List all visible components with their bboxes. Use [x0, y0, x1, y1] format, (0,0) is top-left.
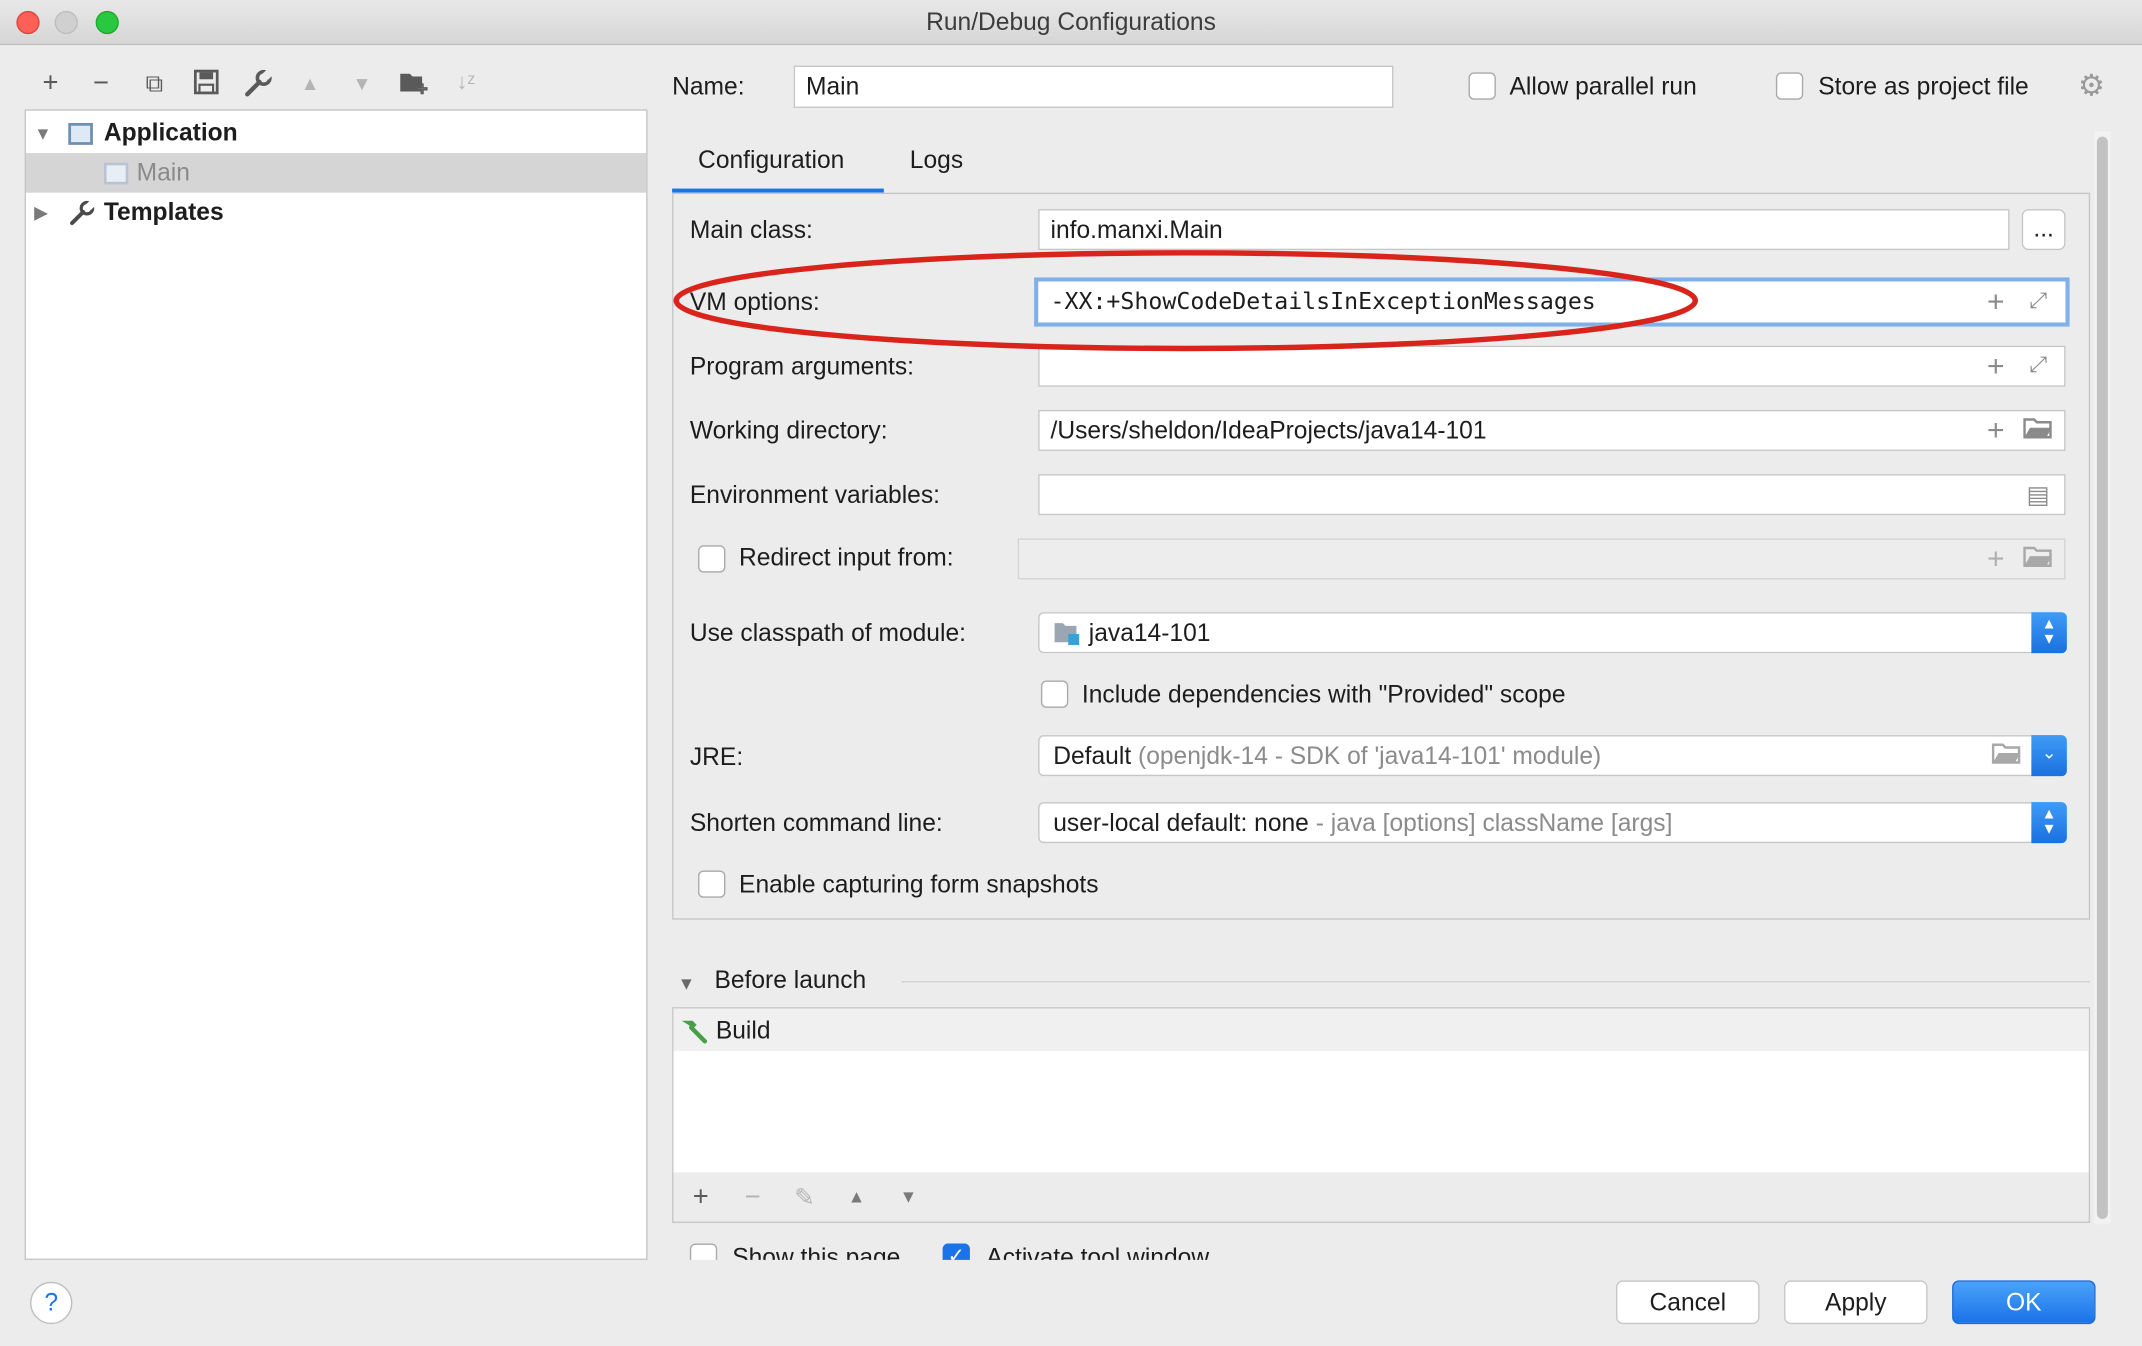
edit-icon[interactable]: ✎ — [790, 1182, 820, 1212]
list-item-label: Build — [715, 1016, 771, 1045]
tree-item-label: Main — [136, 158, 190, 186]
redirect-input-label: Redirect input from: — [739, 543, 954, 572]
scrollbar-thumb[interactable] — [2096, 136, 2108, 1219]
working-dir-label: Working directory: — [689, 416, 888, 445]
shorten-hint: - java [options] className [args] — [1315, 808, 1673, 837]
jre-hint: (openjdk-14 - SDK of 'java14-101' module… — [1138, 742, 1602, 770]
hammer-icon — [678, 1017, 708, 1051]
before-launch-toolbar: + − ✎ ▲ ▼ — [672, 1172, 2091, 1224]
configuration-tree: ▼ Application Main ▶ Templates — [24, 109, 648, 1260]
include-deps-label: Include dependencies with "Provided" sco… — [1081, 680, 1566, 708]
jre-combobox[interactable]: Default (openjdk-14 - SDK of 'java14-101… — [1038, 735, 2066, 777]
name-input[interactable]: Main — [793, 65, 1394, 108]
jre-dropdown-arrow-icon[interactable]: ⌄ — [2031, 735, 2067, 777]
window-title: Run/Debug Configurations — [926, 8, 1216, 36]
add-icon[interactable]: + — [686, 1182, 716, 1212]
before-launch-list: Build — [672, 1007, 2091, 1174]
application-icon — [68, 122, 93, 145]
expand-icon[interactable]: ⤢ — [2023, 351, 2053, 381]
help-button[interactable]: ? — [30, 1281, 73, 1325]
add-icon[interactable]: + — [1981, 286, 2011, 317]
env-vars-input[interactable] — [1038, 474, 2066, 516]
copy-icon[interactable]: ⧉ — [139, 68, 169, 98]
store-project-label: Store as project file — [1818, 72, 2029, 100]
collapse-arrow-icon[interactable]: ▼ — [34, 113, 52, 153]
activate-tool-label: Activate tool window — [986, 1243, 1210, 1260]
tree-item-label: Templates — [103, 198, 224, 226]
jre-value: Default — [1053, 742, 1132, 770]
snapshots-checkbox[interactable] — [698, 870, 726, 898]
move-down-icon[interactable]: ▼ — [893, 1182, 923, 1212]
shorten-select[interactable]: user-local default: none - java [options… — [1038, 802, 2066, 844]
add-icon[interactable]: + — [1981, 351, 2011, 381]
main-class-label: Main class: — [689, 215, 813, 244]
snapshots-label: Enable capturing form snapshots — [739, 870, 1099, 898]
include-deps-checkbox[interactable] — [1040, 680, 1069, 708]
working-dir-input[interactable]: /Users/sheldon/IdeaProjects/java14-101 — [1038, 409, 2066, 451]
tree-item-application[interactable]: ▼ Application — [26, 113, 646, 153]
application-icon — [103, 162, 129, 185]
jre-label: JRE: — [689, 743, 744, 771]
move-up-icon[interactable]: ▲ — [841, 1182, 871, 1212]
browse-main-class-button[interactable]: ... — [2021, 209, 2066, 251]
clipped-options-row: Show this page ✓ Activate tool window — [672, 1237, 2093, 1260]
cancel-button[interactable]: Cancel — [1616, 1280, 1760, 1325]
separator — [901, 981, 2091, 983]
allow-parallel-label: Allow parallel run — [1509, 72, 1697, 100]
expand-icon[interactable]: ⤢ — [2023, 287, 2053, 317]
add-icon[interactable]: + — [36, 68, 66, 98]
scrollbar-track[interactable] — [2094, 131, 2111, 1225]
show-page-label: Show this page — [732, 1243, 901, 1260]
allow-parallel-checkbox[interactable] — [1468, 72, 1496, 100]
collapse-arrow-icon[interactable]: ▼ — [678, 973, 696, 993]
shorten-value: user-local default: none — [1053, 808, 1309, 837]
sort-icon[interactable]: ↓ᶻ — [451, 68, 481, 98]
wrench-icon[interactable] — [243, 68, 274, 98]
classpath-dropdown-arrow-icon[interactable]: ▲ ▼ — [2031, 612, 2067, 654]
tab-configuration[interactable]: Configuration — [698, 146, 844, 175]
remove-icon[interactable]: − — [86, 68, 116, 98]
move-up-icon[interactable]: ▲ — [295, 68, 325, 98]
move-down-icon[interactable]: ▼ — [347, 68, 377, 98]
tree-item-label: Application — [103, 118, 238, 147]
show-page-checkbox[interactable] — [689, 1243, 718, 1260]
title-bar: Run/Debug Configurations — [0, 0, 2142, 46]
activate-tool-checkbox[interactable]: ✓ — [942, 1243, 970, 1260]
new-folder-icon[interactable] — [399, 68, 429, 98]
before-launch-title: Before launch — [714, 966, 867, 994]
redirect-input-checkbox[interactable] — [698, 545, 726, 573]
gear-icon[interactable]: ⚙ — [2076, 70, 2106, 101]
tree-item-main[interactable]: Main — [25, 153, 647, 193]
name-label: Name: — [672, 72, 745, 100]
save-icon[interactable] — [191, 68, 221, 98]
ok-button[interactable]: OK — [1952, 1280, 2096, 1325]
folder-icon[interactable] — [2023, 415, 2053, 445]
apply-button[interactable]: Apply — [1784, 1280, 1928, 1325]
main-class-input[interactable]: info.manxi.Main — [1038, 209, 2010, 251]
store-project-checkbox[interactable] — [1775, 72, 1804, 100]
folder-icon — [2023, 544, 2053, 574]
expand-arrow-icon[interactable]: ▶ — [34, 193, 48, 233]
shorten-dropdown-arrow-icon[interactable]: ▲ ▼ — [2031, 802, 2067, 844]
add-icon[interactable]: + — [1981, 415, 2011, 445]
annotation-ellipse — [673, 250, 1699, 352]
remove-icon[interactable]: − — [738, 1182, 768, 1212]
add-icon: + — [1987, 541, 2005, 576]
shorten-label: Shorten command line: — [689, 808, 943, 837]
wrench-icon — [68, 200, 96, 240]
list-item-build[interactable]: Build — [673, 1008, 2089, 1051]
classpath-select[interactable]: java14-101 — [1038, 612, 2066, 654]
tree-item-templates[interactable]: ▶ Templates — [26, 193, 646, 233]
tab-logs[interactable]: Logs — [910, 146, 963, 175]
classpath-label: Use classpath of module: — [689, 619, 966, 647]
folder-icon[interactable] — [1991, 741, 2022, 771]
module-icon — [1053, 619, 1080, 645]
edit-env-vars-icon[interactable]: ▤ — [2023, 480, 2053, 510]
env-vars-label: Environment variables: — [689, 481, 940, 509]
classpath-value: java14-101 — [1088, 619, 1211, 647]
redirect-input-field — [1017, 538, 2066, 580]
